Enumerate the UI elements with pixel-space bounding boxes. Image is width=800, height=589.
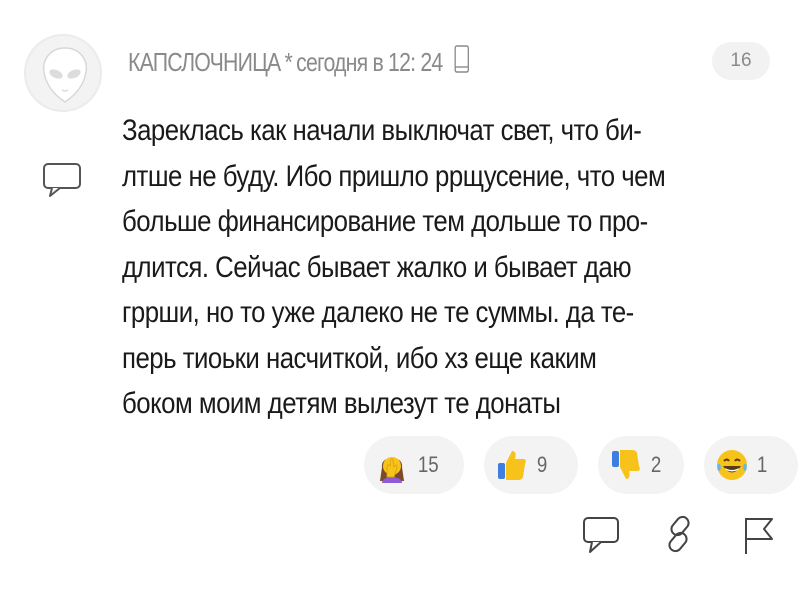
facepalm-woman-icon [380, 457, 404, 483]
comment-header: КАПСЛОЧНИЦА * сегодня в 12: 24 [128, 42, 470, 82]
laughing-tears-icon [717, 450, 747, 480]
speech-bubble-icon[interactable] [580, 512, 624, 556]
comment-actions [580, 512, 780, 560]
alien-avatar-icon [42, 47, 88, 103]
comment-line: гррши, но то уже далеко не те суммы. да … [122, 296, 634, 329]
comment-line: длится. Сейчас бывает жалко и бывает даю [122, 250, 632, 284]
comment-line: лтше не буду. Ибо пришло ррщусение, что … [122, 159, 666, 193]
reaction-like-button[interactable]: 9 [484, 436, 578, 494]
reaction-count: 2 [650, 452, 662, 477]
reaction-count: 1 [756, 452, 768, 477]
author-name[interactable]: КАПСЛОЧНИЦА [128, 47, 281, 78]
comment-line: Зареклась как начали выключат свет, что … [122, 114, 642, 147]
flag-icon[interactable] [736, 512, 780, 556]
thumbs-up-icon [498, 451, 526, 480]
reaction-dislike-button[interactable]: 2 [598, 436, 684, 494]
reaction-count: 9 [536, 452, 548, 477]
timestamp: сегодня в 12: 24 [296, 46, 443, 77]
reaction-count: 15 [417, 452, 439, 477]
meta-separator: * [284, 46, 293, 77]
comment-line: больше финансирование тем дольше то про- [122, 205, 648, 238]
speech-bubble-icon[interactable] [40, 160, 88, 200]
reactions-bar: 15 9 2 1 [364, 436, 798, 494]
comment-text: Зареклась как начали выключат свет, что … [122, 108, 672, 427]
comment-line: боком моим детям вылезут те донаты [122, 387, 561, 420]
comment-rating[interactable]: 16 [712, 42, 770, 80]
reaction-laugh-button[interactable]: 1 [704, 436, 798, 494]
thumbs-down-icon [612, 450, 640, 479]
link-icon[interactable] [658, 512, 702, 556]
comment-line: перь тиоьки насчиткой, ибо хз еще каким [122, 341, 597, 375]
reaction-facepalm-button[interactable]: 15 [364, 436, 464, 494]
avatar[interactable] [24, 34, 102, 112]
device-icon [454, 44, 470, 81]
